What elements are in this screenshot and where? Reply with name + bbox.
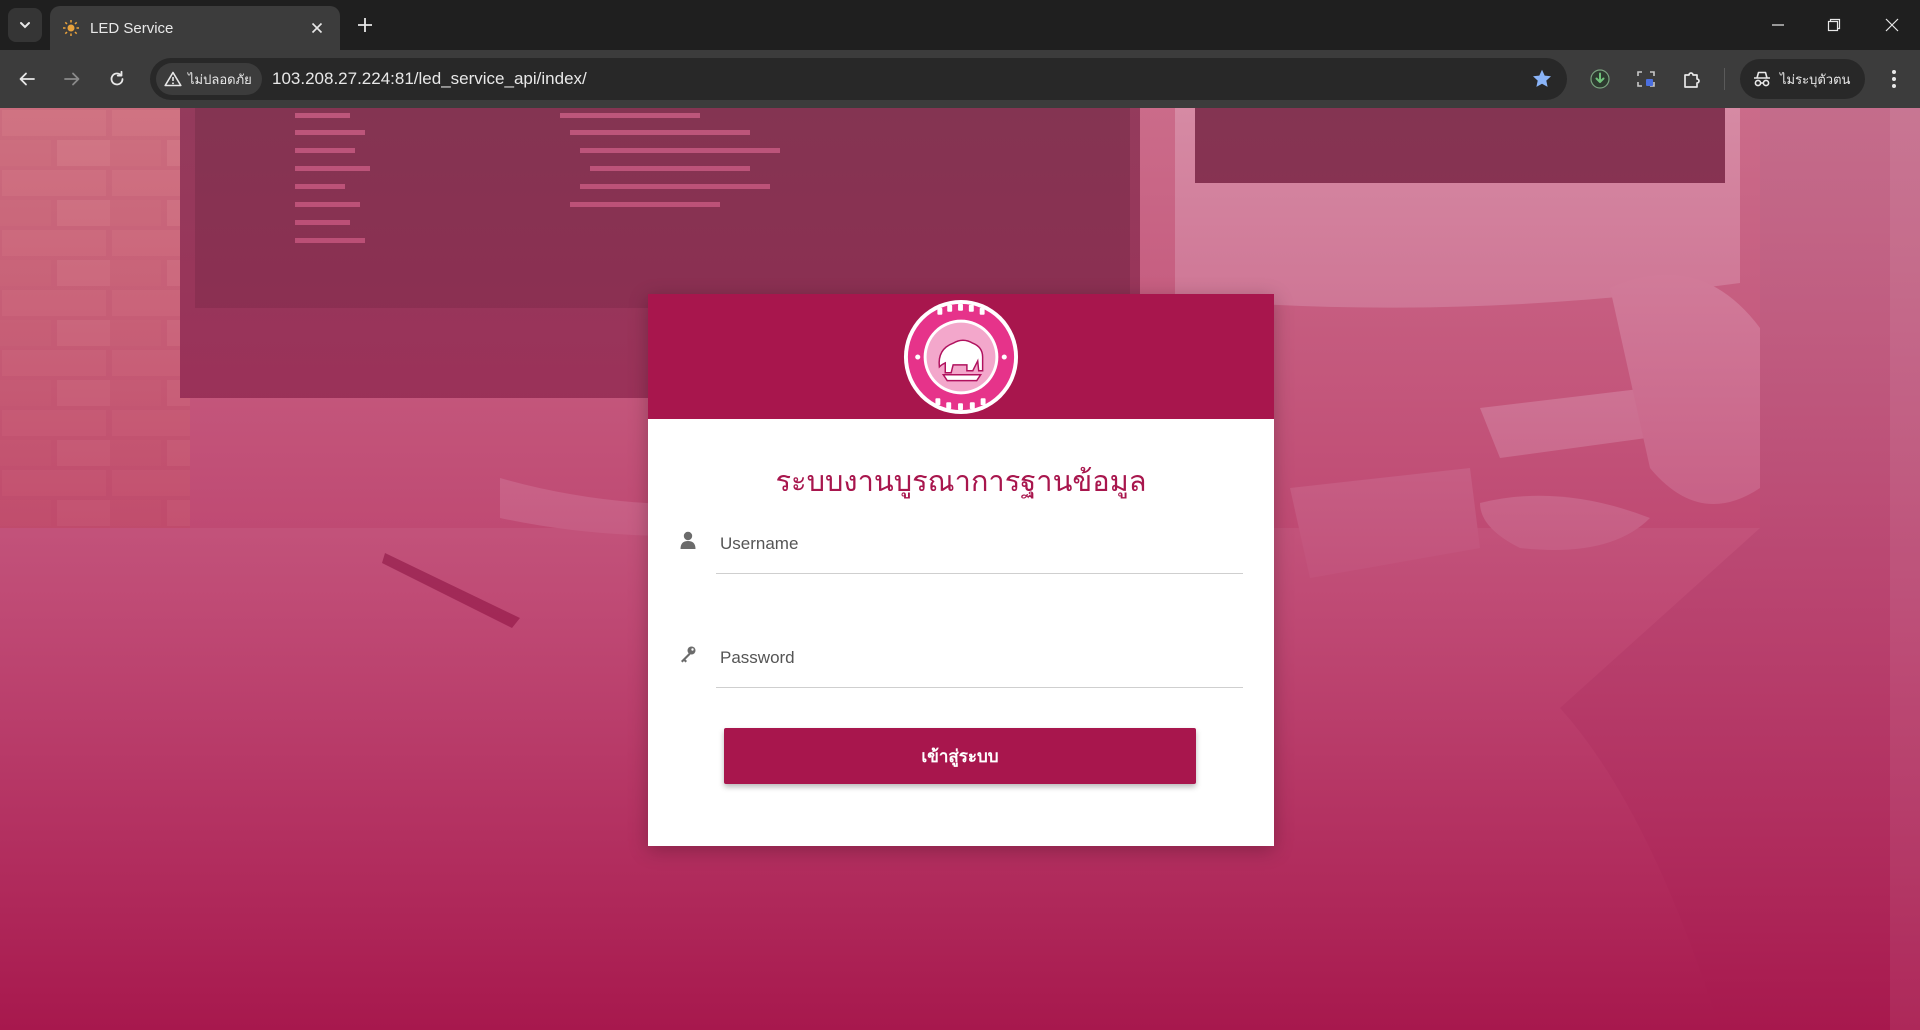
plus-icon xyxy=(358,18,372,32)
profile-label: ไม่ระบุตัวตน xyxy=(1780,71,1851,87)
incognito-icon xyxy=(1754,71,1770,87)
back-button[interactable] xyxy=(10,62,44,96)
security-chip[interactable]: ไม่ปลอดภัย xyxy=(156,63,262,95)
toolbar-divider xyxy=(1724,68,1725,90)
key-icon xyxy=(676,642,700,666)
screen-capture-icon xyxy=(1637,71,1655,87)
close-icon xyxy=(1885,18,1899,32)
page-scrollbar[interactable] xyxy=(1890,108,1920,1030)
minimize-button[interactable] xyxy=(1750,0,1806,50)
login-card: ระบบงานบูรณาการฐานข้อมูล เข้าสู่ระบบ xyxy=(648,294,1274,846)
incognito-profile-chip[interactable]: ไม่ระบุตัวตน xyxy=(1740,59,1865,99)
login-card-header xyxy=(648,294,1274,419)
kebab-menu-icon xyxy=(1892,70,1896,88)
sun-icon xyxy=(62,19,80,37)
browser-toolbar: ไม่ปลอดภัย 103.208.27.224:81/led_service… xyxy=(0,50,1920,108)
forward-button[interactable] xyxy=(55,62,89,96)
window-close-button[interactable] xyxy=(1864,0,1920,50)
screen-capture-extension-button[interactable] xyxy=(1629,62,1663,96)
restore-button[interactable] xyxy=(1806,0,1862,50)
chevron-down-icon xyxy=(20,22,30,29)
minimize-icon xyxy=(1772,24,1784,26)
reload-icon xyxy=(110,70,124,86)
password-input[interactable] xyxy=(720,644,1230,672)
department-seal-logo xyxy=(903,299,1019,414)
browser-menu-button[interactable] xyxy=(1877,62,1911,96)
warning-triangle-icon xyxy=(164,71,182,87)
arrow-left-icon xyxy=(19,72,35,86)
user-icon xyxy=(676,528,700,552)
username-input[interactable] xyxy=(720,530,1230,558)
download-circle-icon xyxy=(1590,69,1610,89)
tab-search-button[interactable] xyxy=(8,8,42,42)
close-icon xyxy=(311,22,323,34)
new-tab-button[interactable] xyxy=(352,12,378,38)
login-button[interactable]: เข้าสู่ระบบ xyxy=(724,728,1196,784)
download-extension-button[interactable] xyxy=(1583,62,1617,96)
password-field xyxy=(681,634,1243,688)
extensions-button[interactable] xyxy=(1675,62,1709,96)
url-text[interactable]: 103.208.27.224:81/led_service_api/index/ xyxy=(272,69,587,89)
browser-tabstrip: LED Service xyxy=(0,0,1920,50)
page-title: ระบบงานบูรณาการฐานข้อมูล xyxy=(775,464,1147,498)
reload-button[interactable] xyxy=(100,62,134,96)
bookmark-star-button[interactable] xyxy=(1529,66,1555,92)
browser-tab-active[interactable]: LED Service xyxy=(50,6,340,50)
tab-close-button[interactable] xyxy=(306,17,328,39)
page-viewport: ระบบงานบูรณาการฐานข้อมูล เข้าสู่ระบบ xyxy=(0,108,1920,1030)
arrow-right-icon xyxy=(64,72,80,86)
puzzle-icon xyxy=(1684,72,1700,88)
tab-title: LED Service xyxy=(90,19,174,37)
restore-icon xyxy=(1827,18,1841,32)
security-label: ไม่ปลอดภัย xyxy=(188,71,252,87)
star-icon xyxy=(1533,69,1551,87)
username-field xyxy=(680,520,1243,574)
address-bar[interactable]: ไม่ปลอดภัย 103.208.27.224:81/led_service… xyxy=(150,58,1567,100)
